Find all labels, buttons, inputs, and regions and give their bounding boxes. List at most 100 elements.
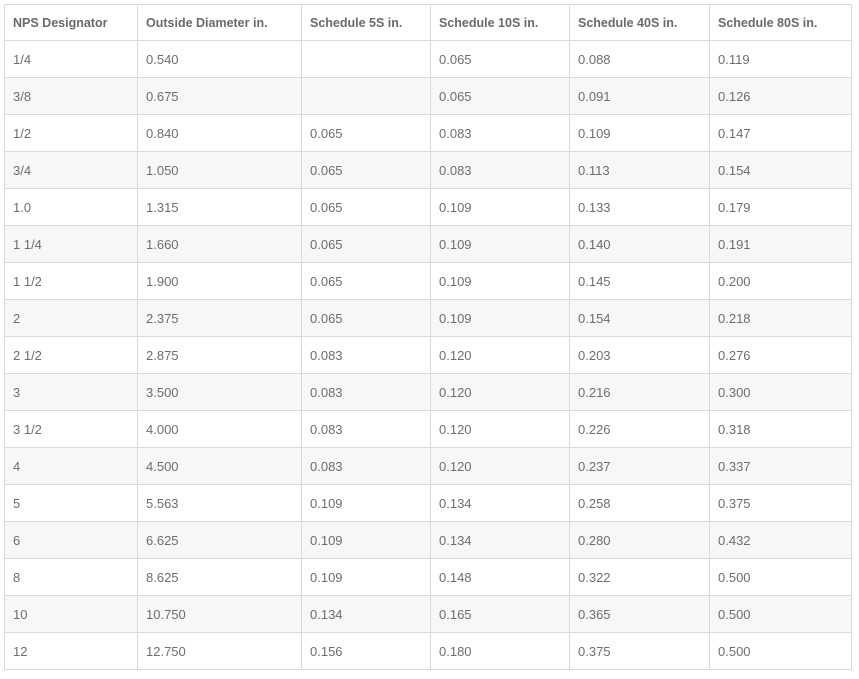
nps-cell: 3 (4, 373, 138, 411)
table-row: 1 1/2 1.900 0.065 0.109 0.145 0.200 (4, 262, 852, 300)
table-header: NPS Designator Outside Diameter in. Sche… (4, 4, 852, 41)
schedule-40s-cell: 0.322 (569, 558, 710, 596)
outside-diameter-cell: 8.625 (137, 558, 302, 596)
outside-diameter-cell: 1.660 (137, 225, 302, 263)
schedule-40s-cell: 0.375 (569, 632, 710, 670)
schedule-80s-cell: 0.337 (709, 447, 852, 485)
schedule-5s-cell: 0.109 (301, 558, 431, 596)
schedule-80s-cell: 0.147 (709, 114, 852, 152)
schedule-80s-cell: 0.500 (709, 558, 852, 596)
schedule-10s-cell: 0.083 (430, 114, 570, 152)
outside-diameter-cell: 0.840 (137, 114, 302, 152)
outside-diameter-cell: 2.875 (137, 336, 302, 374)
schedule-40s-cell: 0.258 (569, 484, 710, 522)
schedule-10s-cell: 0.180 (430, 632, 570, 670)
schedule-5s-cell: 0.083 (301, 447, 431, 485)
schedule-80s-cell: 0.179 (709, 188, 852, 226)
schedule-80s-cell: 0.375 (709, 484, 852, 522)
schedule-40s-cell: 0.365 (569, 595, 710, 633)
schedule-5s-cell (301, 77, 431, 115)
schedule-10s-cell: 0.134 (430, 484, 570, 522)
table-row: 2 1/2 2.875 0.083 0.120 0.203 0.276 (4, 336, 852, 374)
schedule-40s-cell: 0.109 (569, 114, 710, 152)
schedule-5s-cell: 0.134 (301, 595, 431, 633)
outside-diameter-cell: 0.675 (137, 77, 302, 115)
schedule-10s-cell: 0.134 (430, 521, 570, 559)
outside-diameter-cell: 10.750 (137, 595, 302, 633)
schedule-10s-cell: 0.120 (430, 336, 570, 374)
schedule-80s-cell: 0.500 (709, 632, 852, 670)
header-row: NPS Designator Outside Diameter in. Sche… (4, 4, 852, 41)
schedule-10s-cell: 0.148 (430, 558, 570, 596)
outside-diameter-cell: 5.563 (137, 484, 302, 522)
nps-cell: 1/4 (4, 40, 138, 78)
schedule-40s-cell: 0.237 (569, 447, 710, 485)
nps-cell: 8 (4, 558, 138, 596)
nps-cell: 1/2 (4, 114, 138, 152)
nps-cell: 5 (4, 484, 138, 522)
table-row: 2 2.375 0.065 0.109 0.154 0.218 (4, 299, 852, 337)
table-row: 12 12.750 0.156 0.180 0.375 0.500 (4, 632, 852, 670)
schedule-80s-cell: 0.300 (709, 373, 852, 411)
schedule-40s-cell: 0.154 (569, 299, 710, 337)
schedule-5s-cell: 0.065 (301, 299, 431, 337)
outside-diameter-cell: 1.315 (137, 188, 302, 226)
schedule-10s-cell: 0.165 (430, 595, 570, 633)
table-row: 4 4.500 0.083 0.120 0.237 0.337 (4, 447, 852, 485)
table-row: 8 8.625 0.109 0.148 0.322 0.500 (4, 558, 852, 596)
outside-diameter-cell: 2.375 (137, 299, 302, 337)
schedule-40s-cell: 0.140 (569, 225, 710, 263)
schedule-5s-cell: 0.065 (301, 262, 431, 300)
nps-cell: 2 (4, 299, 138, 337)
schedule-80s-cell: 0.432 (709, 521, 852, 559)
schedule-80s-cell: 0.126 (709, 77, 852, 115)
schedule-10s-cell: 0.120 (430, 373, 570, 411)
table-row: 1 1/4 1.660 0.065 0.109 0.140 0.191 (4, 225, 852, 263)
outside-diameter-cell: 0.540 (137, 40, 302, 78)
table-row: 5 5.563 0.109 0.134 0.258 0.375 (4, 484, 852, 522)
schedule-10s-cell: 0.109 (430, 299, 570, 337)
header-outside-diameter: Outside Diameter in. (137, 4, 302, 41)
schedule-10s-cell: 0.109 (430, 262, 570, 300)
header-schedule-40s: Schedule 40S in. (569, 4, 710, 41)
schedule-5s-cell: 0.065 (301, 188, 431, 226)
nps-cell: 1 1/4 (4, 225, 138, 263)
schedule-40s-cell: 0.145 (569, 262, 710, 300)
table-body: 1/4 0.540 0.065 0.088 0.119 3/8 0.675 0.065 0.09… (4, 40, 852, 670)
table-row: 10 10.750 0.134 0.165 0.365 0.500 (4, 595, 852, 633)
header-schedule-5s: Schedule 5S in. (301, 4, 431, 41)
schedule-5s-cell: 0.065 (301, 114, 431, 152)
schedule-40s-cell: 0.280 (569, 521, 710, 559)
outside-diameter-cell: 1.050 (137, 151, 302, 189)
table-row: 3 1/2 4.000 0.083 0.120 0.226 0.318 (4, 410, 852, 448)
outside-diameter-cell: 12.750 (137, 632, 302, 670)
nps-cell: 3/4 (4, 151, 138, 189)
schedule-10s-cell: 0.120 (430, 447, 570, 485)
table-row: 6 6.625 0.109 0.134 0.280 0.432 (4, 521, 852, 559)
pipe-schedule-table: NPS Designator Outside Diameter in. Sche… (4, 4, 852, 670)
nps-cell: 3/8 (4, 77, 138, 115)
schedule-40s-cell: 0.216 (569, 373, 710, 411)
schedule-40s-cell: 0.113 (569, 151, 710, 189)
schedule-10s-cell: 0.109 (430, 225, 570, 263)
schedule-5s-cell: 0.065 (301, 225, 431, 263)
schedule-10s-cell: 0.083 (430, 151, 570, 189)
outside-diameter-cell: 3.500 (137, 373, 302, 411)
outside-diameter-cell: 4.500 (137, 447, 302, 485)
outside-diameter-cell: 1.900 (137, 262, 302, 300)
table-row: 1/2 0.840 0.065 0.083 0.109 0.147 (4, 114, 852, 152)
table-row: 1.0 1.315 0.065 0.109 0.133 0.179 (4, 188, 852, 226)
schedule-40s-cell: 0.133 (569, 188, 710, 226)
schedule-80s-cell: 0.218 (709, 299, 852, 337)
schedule-10s-cell: 0.065 (430, 40, 570, 78)
header-schedule-80s: Schedule 80S in. (709, 4, 852, 41)
nps-cell: 12 (4, 632, 138, 670)
schedule-80s-cell: 0.154 (709, 151, 852, 189)
table-row: 3/4 1.050 0.065 0.083 0.113 0.154 (4, 151, 852, 189)
table-row: 3/8 0.675 0.065 0.091 0.126 (4, 77, 852, 115)
nps-cell: 10 (4, 595, 138, 633)
schedule-40s-cell: 0.203 (569, 336, 710, 374)
nps-cell: 3 1/2 (4, 410, 138, 448)
schedule-5s-cell (301, 40, 431, 78)
schedule-80s-cell: 0.500 (709, 595, 852, 633)
